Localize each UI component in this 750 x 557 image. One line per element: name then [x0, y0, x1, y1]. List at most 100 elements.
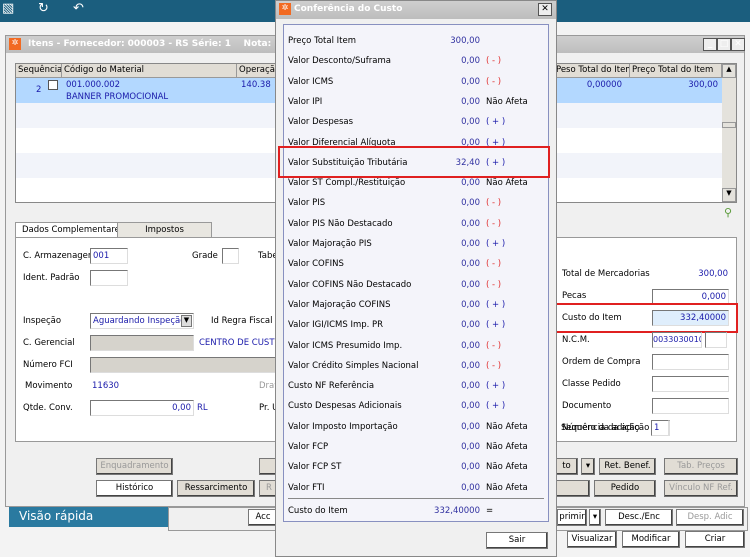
row-checkbox[interactable] [48, 80, 58, 90]
classe-input[interactable] [652, 376, 729, 392]
cost-row: Custo Despesas Adicionais 0,00 ( + ) [288, 397, 546, 417]
pedido-button[interactable]: Pedido [594, 480, 656, 497]
cost-row: Preço Total Item 300,00 [288, 32, 546, 52]
cost-value: 0,00 [461, 117, 480, 128]
cost-row: Valor COFINS 0,00 ( - ) [288, 255, 546, 275]
desc-enc-button[interactable]: Desc./Enc [605, 509, 673, 526]
cost-sign: Não Afeta [486, 96, 528, 107]
undo-icon[interactable]: ↶ [73, 1, 84, 16]
tab-precos-button[interactable]: Tab. Preços [664, 458, 738, 475]
cost-label: Valor COFINS [288, 259, 344, 270]
cost-row: Valor PIS Não Destacado 0,00 ( - ) [288, 215, 546, 235]
seq-adicao-input[interactable]: 1 [651, 420, 669, 436]
visualizar-button[interactable]: Visualizar [567, 531, 617, 548]
cost-label: Valor ICMS Presumido Imp. [288, 340, 403, 351]
col-sequencia[interactable]: Sequência [16, 64, 62, 78]
cost-sign: ( - ) [486, 279, 502, 290]
imprimir-dropdown[interactable]: ▾ [589, 509, 601, 526]
zoom-search-icon[interactable]: ⚲ [724, 206, 732, 219]
cost-label: Valor IGI/ICMS Imp. PR [288, 320, 384, 331]
row-operacao: 140.38 [241, 80, 271, 90]
cost-label: Valor FCP ST [288, 462, 342, 473]
ncm-ext-input[interactable] [705, 332, 727, 348]
col-preco[interactable]: Preço Total do Item [630, 64, 722, 78]
gerencial-input[interactable] [90, 335, 194, 351]
cost-sign: Não Afeta [486, 462, 528, 473]
dialog-close-button[interactable]: ✕ [538, 3, 552, 16]
row-seq: 2 [36, 85, 42, 95]
cost-value: 0,00 [461, 198, 480, 209]
conferencia-dialog: ✲ Conferência do Custo ✕ Valor FTI 0,00 Não… [275, 0, 557, 557]
dialog-title-text: Conferência do Custo [294, 4, 403, 14]
cost-row: Valor Despesas 0,00 ( + ) [288, 113, 546, 133]
cost-row: Custo NF Referência 0,00 ( + ) [288, 377, 546, 397]
ressarcimento-button[interactable]: Ressarcimento [177, 480, 255, 497]
desp-adic-button[interactable]: Desp. Adic [676, 509, 744, 526]
cost-value: 0,00 [461, 76, 480, 87]
tab-dados-complementares[interactable]: Dados Complementares [15, 222, 132, 238]
sair-button[interactable]: Sair [486, 532, 548, 549]
cost-sign: ( - ) [486, 340, 502, 351]
fci-label: Número FCI [23, 360, 73, 370]
imprimir-button[interactable]: primir [557, 509, 587, 526]
enquadramento-button[interactable]: Enquadramento [96, 458, 173, 475]
cost-sign: ( - ) [486, 198, 502, 209]
qtde-input[interactable]: 0,00 [90, 400, 194, 416]
col-peso-label: Peso Total do Item [556, 65, 630, 75]
minimize-button[interactable]: _ [703, 38, 717, 51]
cost-sign: ( - ) [486, 218, 502, 229]
app-icon: ✲ [9, 38, 21, 50]
ident-input[interactable] [90, 270, 128, 286]
cost-sign: ( + ) [486, 320, 506, 331]
to-button[interactable]: to [555, 458, 578, 475]
documento-input[interactable] [652, 398, 729, 414]
scroll-up-icon[interactable]: ▲ [722, 64, 736, 78]
cost-value: 0,00 [461, 218, 480, 229]
tab-impostos[interactable]: Impostos [117, 222, 212, 237]
grade-input[interactable] [222, 248, 239, 264]
cost-sign: Não Afeta [486, 421, 528, 432]
c-armazenagem-input[interactable]: 001 [90, 248, 128, 264]
documento-label: Documento [562, 401, 612, 411]
criar-button[interactable]: Criar [685, 531, 745, 548]
cost-row: Valor ICMS Presumido Imp. 0,00 ( - ) [288, 337, 546, 357]
row-preco: 300,00 [688, 80, 718, 90]
cost-sign: ( + ) [486, 239, 506, 249]
divider [288, 498, 544, 499]
total-sign: = [486, 506, 494, 516]
cost-value: 0,00 [461, 96, 480, 107]
ordem-input[interactable] [652, 354, 729, 370]
row-codigo: 001.000.002 [66, 80, 121, 90]
acc-button[interactable]: Acc [248, 509, 278, 526]
row-descricao: BANNER PROMOCIONAL [66, 92, 169, 102]
modificar-button[interactable]: Modificar [622, 531, 680, 548]
grid-scrollbar[interactable]: ▲ ▼ [722, 64, 736, 202]
cost-label: Valor IPI [288, 96, 323, 107]
historico-button[interactable]: Histórico [96, 480, 173, 497]
refresh-icon[interactable]: ↻ [38, 1, 49, 16]
ret-benef-button[interactable]: Ret. Benef. [599, 458, 656, 475]
close-button[interactable]: ✕ [731, 38, 745, 51]
col-peso[interactable]: Peso Total do Item [556, 64, 630, 78]
centro-custo-link[interactable]: CENTRO DE CUSTO [199, 338, 281, 348]
to-dropdown[interactable]: ▾ [581, 458, 595, 475]
cost-sign: ( - ) [486, 56, 502, 67]
cost-row: Valor FCP ST 0,00 Não Afeta [288, 458, 546, 478]
maximize-button[interactable]: □ [717, 38, 731, 51]
chevron-down-icon[interactable]: ▼ [181, 315, 192, 327]
chart-icon[interactable]: ▧ [2, 1, 14, 16]
col-codigo[interactable]: Código do Material [62, 64, 237, 78]
ncm-input[interactable]: 0033030010 [652, 332, 702, 348]
scroll-down-icon[interactable]: ▼ [722, 188, 736, 202]
cost-value: 0,00 [461, 320, 480, 331]
cost-label: Valor PIS [288, 198, 326, 209]
blank-button[interactable] [555, 480, 590, 497]
cost-sign: ( + ) [486, 381, 506, 392]
scroll-thumb[interactable] [722, 122, 736, 128]
cost-value: 0,00 [461, 421, 480, 432]
cost-row: Valor Majoração COFINS 0,00 ( + ) [288, 296, 546, 316]
inspecao-select[interactable]: Aguardando Inspeção ▼ [90, 313, 194, 329]
total-value: 332,40000 [434, 506, 480, 516]
vinculo-nf-button[interactable]: Vínculo NF Ref. [664, 480, 738, 497]
ident-label: Ident. Padrão [23, 273, 80, 283]
